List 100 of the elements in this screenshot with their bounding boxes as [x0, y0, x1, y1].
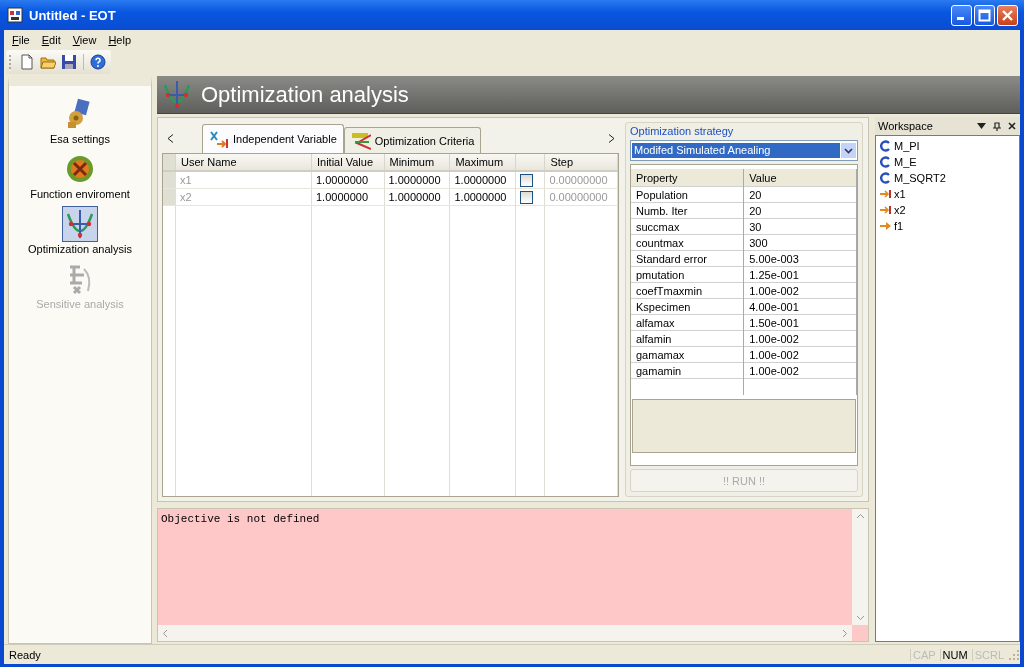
- chevron-up-icon: [855, 513, 865, 519]
- checkbox[interactable]: [520, 173, 534, 187]
- property-value: 1.00e-002: [749, 284, 799, 297]
- column-header: Step: [544, 154, 618, 171]
- property-value: 1.00e-002: [749, 364, 799, 377]
- maximize-button[interactable]: [974, 4, 995, 26]
- window-title: Untitled - EOT: [29, 7, 117, 23]
- property-name: pmutation: [636, 268, 685, 281]
- property-name: Population: [636, 188, 688, 201]
- status-text: Ready: [9, 648, 42, 661]
- chevron-down-icon: [844, 147, 853, 154]
- property-name: Numb. Iter: [636, 204, 688, 217]
- help-button[interactable]: [88, 52, 108, 72]
- app-icon: [7, 7, 23, 23]
- property-value: 20: [749, 204, 762, 217]
- c-letter-icon: [880, 140, 892, 152]
- property-name: Kspecimen: [636, 300, 691, 313]
- table-cell: 0.00000000: [549, 191, 608, 203]
- minimize-icon: [956, 16, 964, 20]
- menu-item[interactable]: View: [66, 33, 103, 46]
- column-header: Minimum: [384, 154, 450, 171]
- property-value: 300: [749, 236, 768, 249]
- maximize-icon: [978, 8, 991, 22]
- workspace-item[interactable]: M_E: [880, 154, 1015, 170]
- table-cell: x2: [180, 191, 192, 203]
- workspace-item[interactable]: x2: [880, 202, 1015, 218]
- close-icon: [1007, 122, 1016, 130]
- property-value: 20: [749, 188, 762, 201]
- status-indicator: NUM: [939, 648, 970, 661]
- property-name: alfamin: [636, 332, 672, 345]
- property-name: gamamin: [636, 364, 682, 377]
- document-icon: [18, 54, 35, 70]
- table-cell: 1.0000000: [316, 191, 368, 203]
- curve-axes-icon: [64, 208, 96, 240]
- checkbox[interactable]: [520, 190, 534, 204]
- menu-item[interactable]: File: [6, 33, 36, 46]
- strategy-dropdown[interactable]: Modifed Simulated Anealing: [630, 140, 858, 161]
- group-label: Optimization strategy: [630, 125, 735, 137]
- property-value: 4.00e-001: [749, 300, 799, 313]
- property-name: Standard error: [636, 252, 707, 265]
- property-name: coefTmaxmin: [636, 284, 703, 297]
- sidebar-item[interactable]: Optimization analysis: [15, 206, 145, 259]
- property-name: countmax: [636, 236, 684, 249]
- table-cell: 1.0000000: [388, 174, 441, 186]
- column-header: Value: [743, 169, 857, 187]
- scrollbar[interactable]: [852, 509, 868, 625]
- workspace-item[interactable]: M_PI: [880, 138, 1015, 154]
- curve-axes-icon: [161, 78, 193, 111]
- scrollbar[interactable]: [158, 625, 852, 641]
- sidebar-item[interactable]: Function enviroment: [15, 151, 145, 204]
- arrow-bar-icon: [880, 188, 892, 200]
- sidebar-item[interactable]: Esa settings: [15, 96, 145, 149]
- column-header: Maximum: [449, 154, 516, 171]
- minimize-button[interactable]: [951, 4, 972, 26]
- pin-button[interactable]: [991, 120, 1002, 132]
- column-header: User Name: [175, 154, 312, 171]
- property-name: succmax: [636, 220, 680, 233]
- property-value: 1.00e-002: [749, 332, 799, 345]
- menu-item[interactable]: Help: [102, 33, 137, 46]
- table-cell: 1.0000000: [316, 174, 368, 186]
- table-cell: 1.0000000: [454, 191, 507, 203]
- menu-item[interactable]: Edit: [35, 33, 67, 46]
- tab[interactable]: Optimization Criteria: [343, 127, 482, 153]
- save-button[interactable]: [59, 52, 79, 72]
- pin-icon: [992, 121, 1001, 131]
- property-value: 1.25e-001: [749, 268, 799, 281]
- output-message: Objective is not defined: [161, 513, 320, 525]
- panel-title: Workspace: [878, 120, 934, 132]
- property-name: alfamax: [636, 316, 675, 329]
- property-value: 1.50e-001: [749, 316, 799, 329]
- arrow-variable-icon: [209, 130, 229, 148]
- property-value: 30: [749, 220, 762, 233]
- arrow-bar-icon: [880, 204, 892, 216]
- c-letter-icon: [880, 156, 892, 168]
- table-cell: 1.0000000: [388, 191, 441, 203]
- criteria-icon: [350, 131, 371, 150]
- table-cell: 1.0000000: [454, 174, 507, 186]
- dropdown-button[interactable]: [976, 120, 987, 132]
- close-button[interactable]: [1006, 120, 1017, 132]
- function-icon: [64, 153, 96, 185]
- table-cell: 0.00000000: [549, 174, 608, 186]
- tab[interactable]: Independent Variable: [202, 124, 344, 153]
- chevron-right-icon: [842, 628, 848, 638]
- property-value: 5.00e-003: [749, 252, 799, 265]
- property-name: gamamax: [636, 348, 685, 361]
- help-icon: [90, 54, 106, 70]
- chevron-left-icon: [162, 628, 168, 638]
- column-header: Initial Value: [311, 154, 384, 171]
- workspace-item[interactable]: x1: [880, 186, 1015, 202]
- header-title: Optimization analysis: [201, 81, 409, 108]
- close-icon: [1001, 8, 1014, 22]
- workspace-item[interactable]: M_SQRT2: [880, 170, 1015, 186]
- arrow-icon: [880, 220, 892, 232]
- table-cell: x1: [180, 174, 192, 186]
- property-value: 1.00e-002: [749, 348, 799, 361]
- triangle-down-icon: [977, 123, 986, 129]
- resize-grip-icon: [1008, 648, 1020, 661]
- folder-icon: [39, 54, 56, 70]
- workspace-item[interactable]: f1: [880, 218, 1015, 234]
- c-letter-icon: [880, 172, 892, 184]
